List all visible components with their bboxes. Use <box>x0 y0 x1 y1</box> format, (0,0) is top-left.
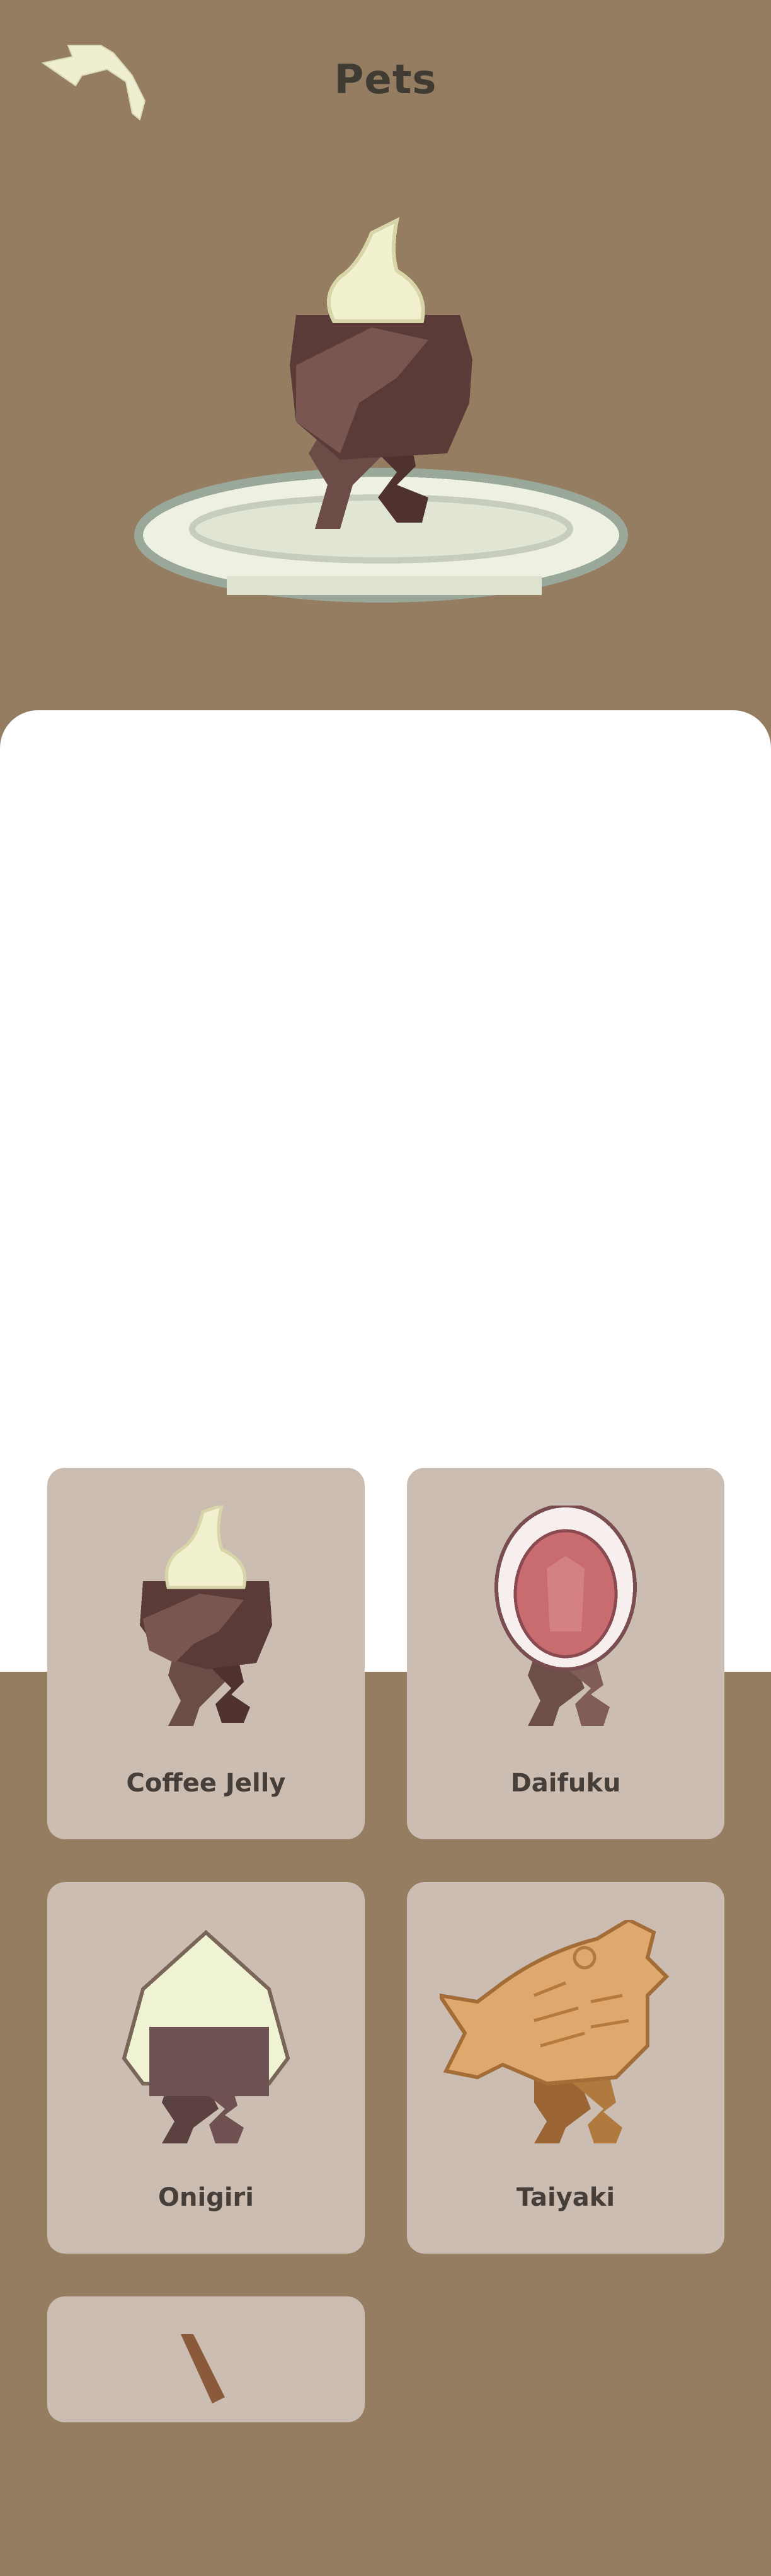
coffee-jelly-on-plate-icon <box>134 217 628 603</box>
taiyaki-icon <box>435 1917 670 2143</box>
pet-card-daifuku[interactable]: Daifuku <box>407 1468 724 1839</box>
onigiri-icon <box>122 1929 290 2143</box>
pet-card-onigiri[interactable]: Onigiri <box>47 1882 365 2254</box>
pet-list-sheet: Coffee Jelly Daifuku Onigiri Taiyaki <box>0 710 771 2422</box>
header: Pets <box>0 0 771 126</box>
pet-name: Onigiri <box>158 2183 254 2212</box>
stick-treat-icon <box>181 2334 225 2403</box>
daifuku-icon <box>494 1504 637 1726</box>
pet-name: Daifuku <box>510 1769 621 1798</box>
pet-card-taiyaki[interactable]: Taiyaki <box>407 1882 724 2254</box>
selected-pet-preview <box>132 214 636 642</box>
pet-card-coffee-jelly[interactable]: Coffee Jelly <box>47 1468 365 1839</box>
pet-name: Taiyaki <box>516 2183 615 2212</box>
coffee-jelly-icon <box>140 1503 272 1726</box>
pet-card-partial[interactable] <box>47 2296 365 2422</box>
pet-name: Coffee Jelly <box>126 1769 286 1798</box>
page-title: Pets <box>334 57 437 103</box>
